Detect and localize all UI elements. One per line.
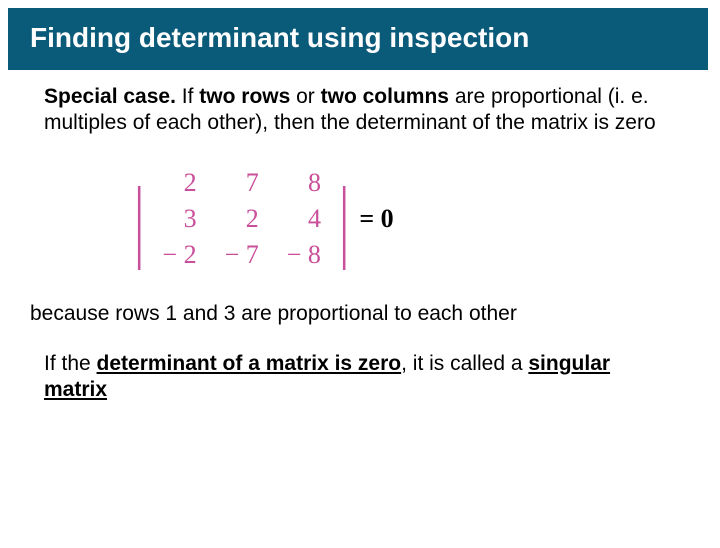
two-rows-label: two rows bbox=[199, 85, 290, 108]
cell: 3 bbox=[148, 201, 210, 237]
cell: 7 bbox=[211, 165, 273, 201]
matrix-row-wrapper: | 2 7 8 3 2 4 − 2 − 7 − 8 | = bbox=[130, 165, 720, 273]
cell: 4 bbox=[273, 201, 335, 237]
cell: − 2 bbox=[148, 237, 210, 273]
det-zero-phrase: determinant of a matrix is zero bbox=[97, 352, 402, 375]
right-bar-icon: | bbox=[339, 173, 349, 265]
cell: 8 bbox=[273, 165, 335, 201]
reason-text: because rows 1 and 3 are proportional to… bbox=[30, 301, 680, 327]
special-case-label: Special case. bbox=[44, 85, 176, 108]
slide: Finding determinant using inspection Spe… bbox=[0, 8, 720, 548]
text-span: If bbox=[176, 85, 199, 108]
text-span: If the bbox=[44, 352, 97, 375]
slide-title: Finding determinant using inspection bbox=[8, 8, 708, 70]
equals-zero: = 0 bbox=[359, 204, 393, 234]
text-span: , it is called a bbox=[401, 352, 528, 375]
table-row: 2 7 8 bbox=[148, 165, 335, 201]
singular-note: If the determinant of a matrix is zero, … bbox=[44, 351, 672, 404]
left-bar-icon: | bbox=[134, 173, 144, 265]
cell: 2 bbox=[148, 165, 210, 201]
intro-paragraph: Special case. If two rows or two columns… bbox=[44, 84, 672, 137]
text-span: or bbox=[290, 85, 320, 108]
two-columns-label: two columns bbox=[321, 85, 449, 108]
matrix-table: 2 7 8 3 2 4 − 2 − 7 − 8 bbox=[148, 165, 335, 273]
cell: − 8 bbox=[273, 237, 335, 273]
determinant-expression: | 2 7 8 3 2 4 − 2 − 7 − 8 | = bbox=[130, 165, 720, 273]
table-row: − 2 − 7 − 8 bbox=[148, 237, 335, 273]
cell: 2 bbox=[211, 201, 273, 237]
cell: − 7 bbox=[211, 237, 273, 273]
table-row: 3 2 4 bbox=[148, 201, 335, 237]
